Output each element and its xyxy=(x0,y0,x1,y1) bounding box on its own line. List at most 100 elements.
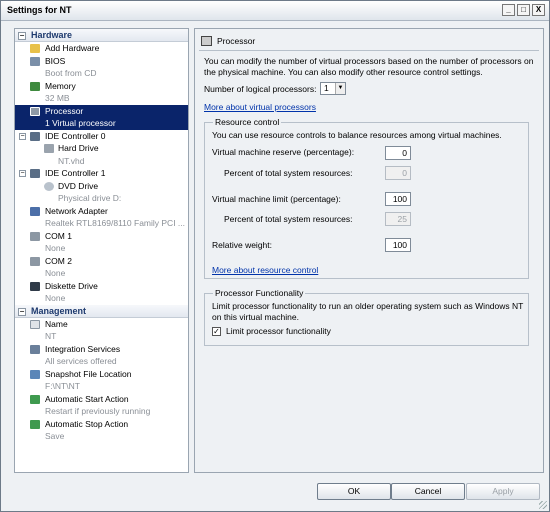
title-bar: Settings for NT _ □ X xyxy=(1,1,549,21)
nav-item-label: Integration Services xyxy=(45,343,121,354)
nav-item-label: IDE Controller 1 xyxy=(45,168,106,178)
nav-item-label: DVD Drive xyxy=(58,180,99,191)
chevron-down-icon[interactable]: ▼ xyxy=(335,83,345,94)
collapse-icon[interactable]: − xyxy=(19,170,26,177)
logical-processors-label: Number of logical processors: xyxy=(204,84,317,94)
vm-reserve-input[interactable]: 0 xyxy=(385,146,411,160)
resource-control-description: You can use resource controls to balance… xyxy=(212,130,502,140)
limit-processor-label: Limit processor functionality xyxy=(226,326,331,336)
hardware-section-label: Hardware xyxy=(31,30,73,40)
nav-item-label: Hard Drive xyxy=(58,143,99,153)
management-section-header[interactable]: − Management xyxy=(15,304,188,318)
close-button[interactable]: X xyxy=(532,4,545,16)
processor-icon xyxy=(30,106,40,116)
group-title: Resource control xyxy=(213,117,282,127)
header-divider xyxy=(199,50,539,51)
nav-item-sublabel: None xyxy=(45,293,66,303)
nav-item-sublabel: None xyxy=(45,268,66,278)
nav-item-sublabel: Save xyxy=(45,431,65,441)
hard-drive-icon xyxy=(44,144,54,153)
relative-weight-input[interactable]: 100 xyxy=(385,238,411,252)
panel-title: Processor xyxy=(217,36,256,46)
window-title: Settings for NT xyxy=(7,5,72,15)
nav-item-com-2[interactable]: COM 2 None xyxy=(15,255,188,280)
nav-item-label: Automatic Start Action xyxy=(45,393,129,404)
nav-item-hard-drive[interactable]: Hard Drive NT.vhd xyxy=(15,142,188,167)
hardware-section-header[interactable]: − Hardware xyxy=(15,29,188,42)
nav-item-label: BIOS xyxy=(45,55,66,66)
name-tag-icon xyxy=(30,319,40,329)
window-controls: _ □ X xyxy=(502,4,545,16)
reserve-percent-label: Percent of total system resources: xyxy=(224,168,353,178)
nav-item-diskette-drive[interactable]: Diskette Drive None xyxy=(15,280,188,305)
management-section-label: Management xyxy=(31,305,87,316)
add-hardware-icon xyxy=(30,44,40,53)
processor-icon xyxy=(201,36,212,46)
dvd-disc-icon xyxy=(44,181,54,191)
nav-item-sublabel: All services offered xyxy=(45,356,117,366)
maximize-button[interactable]: □ xyxy=(517,4,530,16)
serial-port-icon xyxy=(30,256,40,266)
nav-item-ide-controller-1[interactable]: − IDE Controller 1 xyxy=(15,167,188,180)
stop-action-icon xyxy=(30,419,40,429)
collapse-icon[interactable]: − xyxy=(19,132,26,140)
nav-item-bios[interactable]: BIOS Boot from CD xyxy=(15,55,188,80)
nav-item-label: Network Adapter xyxy=(45,205,108,216)
nav-item-sublabel: Realtek RTL8169/8110 Family PCI ... xyxy=(45,218,186,228)
nav-item-sublabel: Physical drive D: xyxy=(58,193,122,203)
diskette-icon xyxy=(30,281,40,291)
nav-item-add-hardware[interactable]: Add Hardware xyxy=(15,42,188,55)
integration-services-icon xyxy=(30,344,40,354)
vm-limit-input[interactable]: 100 xyxy=(385,192,411,206)
nav-item-label: Processor xyxy=(45,105,84,116)
vm-limit-label: Virtual machine limit (percentage): xyxy=(212,194,341,204)
snapshot-icon xyxy=(30,369,40,379)
nav-item-ide-controller-0[interactable]: − IDE Controller 0 xyxy=(15,130,188,143)
nav-item-integration-services[interactable]: Integration Services All services offere… xyxy=(15,343,188,368)
logical-processors-value: 1 xyxy=(324,83,329,93)
resize-grip-icon[interactable] xyxy=(539,501,547,509)
memory-chip-icon xyxy=(30,81,40,91)
nav-item-processor[interactable]: Processor 1 Virtual processor xyxy=(15,104,188,130)
apply-button[interactable]: Apply xyxy=(466,483,540,500)
relative-weight-label: Relative weight: xyxy=(212,240,273,250)
nav-item-memory[interactable]: Memory 32 MB xyxy=(15,80,188,105)
nav-item-name[interactable]: Name NT xyxy=(15,318,188,343)
nav-item-label: Automatic Stop Action xyxy=(45,418,129,429)
more-about-resource-control-link[interactable]: More about resource control xyxy=(212,265,318,275)
group-title: Processor Functionality xyxy=(213,288,306,298)
panel-header: Processor xyxy=(201,34,255,48)
minimize-button[interactable]: _ xyxy=(502,4,515,16)
ok-button[interactable]: OK xyxy=(317,483,391,500)
nav-item-snapshot-location[interactable]: Snapshot File Location F:\NT\NT xyxy=(15,368,188,393)
nav-item-sublabel: 32 MB xyxy=(45,93,70,103)
ide-controller-icon xyxy=(30,169,40,178)
limit-percent-label: Percent of total system resources: xyxy=(224,214,353,224)
collapse-icon[interactable]: − xyxy=(18,32,26,40)
limit-processor-checkbox[interactable]: ✓ xyxy=(212,327,221,336)
serial-port-icon xyxy=(30,231,40,241)
nav-item-sublabel: NT xyxy=(45,331,57,341)
bios-chip-icon xyxy=(30,56,40,66)
nav-item-label: COM 1 xyxy=(45,230,72,241)
nav-item-dvd-drive[interactable]: DVD Drive Physical drive D: xyxy=(15,180,188,205)
more-about-virtual-processors-link[interactable]: More about virtual processors xyxy=(204,102,316,112)
nav-item-automatic-start-action[interactable]: Automatic Start Action Restart if previo… xyxy=(15,393,188,418)
reserve-percent-value: 0 xyxy=(385,166,411,180)
nav-item-label: Memory xyxy=(45,80,76,91)
nav-item-automatic-stop-action[interactable]: Automatic Stop Action Save xyxy=(15,418,188,443)
nav-item-label: Diskette Drive xyxy=(45,280,98,291)
settings-nav-tree: − Hardware Add Hardware BIOS Boot from C… xyxy=(14,28,189,473)
logical-processors-select[interactable]: 1 ▼ xyxy=(320,82,346,95)
cancel-button[interactable]: Cancel xyxy=(391,483,465,500)
processor-description: You can modify the number of virtual pro… xyxy=(204,56,534,77)
nav-item-label: IDE Controller 0 xyxy=(45,130,106,141)
ide-controller-icon xyxy=(30,131,40,141)
nav-item-sublabel: Boot from CD xyxy=(45,68,97,78)
nav-item-sublabel: F:\NT\NT xyxy=(45,381,80,391)
nav-item-network-adapter[interactable]: Network Adapter Realtek RTL8169/8110 Fam… xyxy=(15,205,188,230)
nav-item-com-1[interactable]: COM 1 None xyxy=(15,230,188,255)
collapse-icon[interactable]: − xyxy=(18,307,26,316)
vm-reserve-label: Virtual machine reserve (percentage): xyxy=(212,147,355,157)
nav-item-label: Name xyxy=(45,318,68,329)
